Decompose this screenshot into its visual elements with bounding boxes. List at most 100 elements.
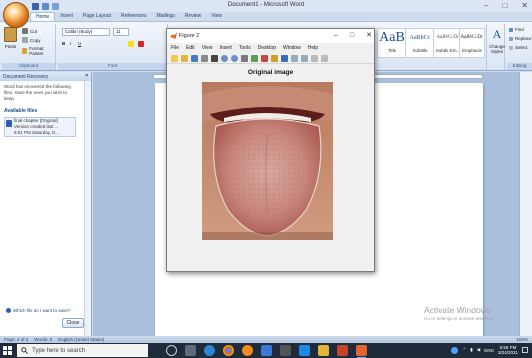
open-file-icon[interactable] xyxy=(181,54,188,62)
menu-window[interactable]: Window xyxy=(283,43,301,53)
recovered-file-item[interactable]: final chapter [Original] Version created… xyxy=(4,117,76,137)
recovery-help-link[interactable]: Which file do I want to save? xyxy=(6,308,70,313)
matlab-icon[interactable] xyxy=(356,345,367,358)
colorbar-icon[interactable] xyxy=(291,54,298,62)
style-subtle-emphasis-sample: AaBbCcDc xyxy=(436,35,460,40)
recovery-scrollbar[interactable] xyxy=(84,81,91,338)
styles-group: AaB Title AaBbCc Subtitle AaBbCcDc Subtl… xyxy=(375,24,487,70)
zoom-level[interactable]: 100% xyxy=(516,337,528,342)
status-words[interactable]: Words: 0 xyxy=(34,337,52,342)
font-color-icon[interactable] xyxy=(138,41,144,47)
menu-help[interactable]: Help xyxy=(308,43,318,53)
font-group-label: Font xyxy=(58,63,167,70)
replace-button[interactable]: Replace xyxy=(509,36,532,41)
recovery-close-icon[interactable]: ✕ xyxy=(85,73,89,79)
menu-insert[interactable]: Insert xyxy=(219,43,232,53)
font-size-select[interactable]: 11 xyxy=(113,28,129,36)
close-button[interactable]: ✕ xyxy=(521,1,528,10)
edit-plot-icon[interactable] xyxy=(211,54,218,62)
windows-start-icon[interactable] xyxy=(3,346,12,355)
minimize-button[interactable]: – xyxy=(484,1,488,10)
pan-icon[interactable] xyxy=(241,54,248,62)
paste-button[interactable]: Paste xyxy=(4,27,17,49)
avatar[interactable] xyxy=(451,346,459,354)
tab-references[interactable]: References xyxy=(116,12,152,21)
change-styles-group: A Change Styles xyxy=(489,24,505,70)
file-explorer-icon[interactable] xyxy=(185,345,196,356)
status-language[interactable]: English (United States) xyxy=(58,337,104,342)
edge-icon[interactable] xyxy=(204,345,215,356)
new-figure-icon[interactable] xyxy=(171,54,178,62)
task-view-icon[interactable] xyxy=(166,345,177,356)
taskbar: Type here to search ⌃ ▮ ◀ ENG 5:56 PM 3/… xyxy=(0,343,532,358)
cut-button[interactable]: Cut xyxy=(22,28,37,34)
legend-icon[interactable] xyxy=(301,54,308,62)
highlight-icon[interactable] xyxy=(128,41,134,47)
copy-button[interactable]: Copy xyxy=(22,37,41,43)
recovery-close-button[interactable]: Close xyxy=(62,318,84,328)
style-subtitle[interactable]: AaBbCc Subtitle xyxy=(405,28,435,58)
figure-close-button[interactable]: ✕ xyxy=(366,29,372,43)
taskbar-search[interactable]: Type here to search xyxy=(17,344,148,357)
italic-button[interactable]: I xyxy=(70,41,71,46)
tab-page-layout[interactable]: Page Layout xyxy=(78,12,116,21)
chevron-up-icon[interactable]: ⌃ xyxy=(462,347,466,353)
language-indicator[interactable]: ENG xyxy=(484,348,494,353)
maximize-button[interactable]: □ xyxy=(502,1,507,10)
tab-view[interactable]: View xyxy=(206,12,227,21)
volume-icon[interactable]: ◀ xyxy=(477,347,480,353)
office-button[interactable] xyxy=(3,2,29,28)
hide-plot-tools-icon[interactable] xyxy=(311,54,318,62)
figure-minimize-button[interactable]: – xyxy=(334,29,338,43)
network-icon[interactable]: ▮ xyxy=(470,347,472,353)
zoom-in-icon[interactable] xyxy=(221,54,228,62)
notifications-icon[interactable] xyxy=(522,347,528,353)
mail-icon[interactable] xyxy=(299,345,310,356)
underline-button[interactable]: U xyxy=(78,41,81,46)
zoom-out-icon[interactable] xyxy=(231,54,238,62)
style-title[interactable]: AaB Title xyxy=(377,28,407,58)
recovery-help-text: Which file do I want to save? xyxy=(13,308,71,313)
vertical-scrollbar[interactable] xyxy=(519,72,532,338)
calculator-icon[interactable] xyxy=(280,345,291,356)
tab-insert[interactable]: Insert xyxy=(55,12,78,21)
style-title-name: Title xyxy=(387,48,397,53)
style-subtitle-sample: AaBbCc xyxy=(409,35,431,41)
select-arrow-icon xyxy=(509,45,513,50)
status-page[interactable]: Page: 4 of 4 xyxy=(4,337,28,342)
chrome-icon[interactable] xyxy=(223,345,234,356)
menu-desktop[interactable]: Desktop xyxy=(258,43,276,53)
brush-icon[interactable] xyxy=(271,54,278,62)
print-icon[interactable] xyxy=(201,54,208,62)
menu-tools[interactable]: Tools xyxy=(239,43,251,53)
select-button[interactable]: Select xyxy=(509,45,528,50)
photos-icon[interactable] xyxy=(318,345,329,356)
powerpoint-icon[interactable] xyxy=(337,345,348,356)
rotate-icon[interactable] xyxy=(251,54,258,62)
style-emphasis[interactable]: AaBbCcDc Emphasis xyxy=(459,28,485,58)
menu-file[interactable]: File xyxy=(171,43,179,53)
menu-edit[interactable]: Edit xyxy=(186,43,195,53)
link-plot-icon[interactable] xyxy=(281,54,288,62)
figure-maximize-button[interactable]: □ xyxy=(350,29,354,43)
format-painter-button[interactable]: Format Painter xyxy=(22,46,55,56)
clock[interactable]: 5:56 PM 3/24/2021 xyxy=(498,345,518,355)
font-name-select[interactable]: Calibri (Body) xyxy=(62,28,110,36)
watermark-line-2: Go to Settings to activate Windows. xyxy=(424,316,496,321)
show-plot-tools-icon[interactable] xyxy=(321,54,328,62)
find-button[interactable]: Find xyxy=(509,27,524,32)
copy-label: Copy xyxy=(30,37,41,43)
firefox-icon[interactable] xyxy=(242,345,253,356)
window-title: Document1 - Microsoft Word xyxy=(227,2,305,8)
tab-review[interactable]: Review xyxy=(180,12,206,21)
save-figure-icon[interactable] xyxy=(191,54,198,62)
style-subtitle-name: Subtitle xyxy=(412,48,428,53)
menu-view[interactable]: View xyxy=(202,43,213,53)
change-styles-button[interactable]: A Change Styles xyxy=(489,27,505,54)
data-cursor-icon[interactable] xyxy=(261,54,268,62)
select-label: Select xyxy=(515,45,528,50)
tab-mailings[interactable]: Mailings xyxy=(152,12,180,21)
bold-button[interactable]: B xyxy=(62,41,65,46)
tab-home[interactable]: Home xyxy=(30,12,56,21)
store-icon[interactable] xyxy=(261,345,272,356)
